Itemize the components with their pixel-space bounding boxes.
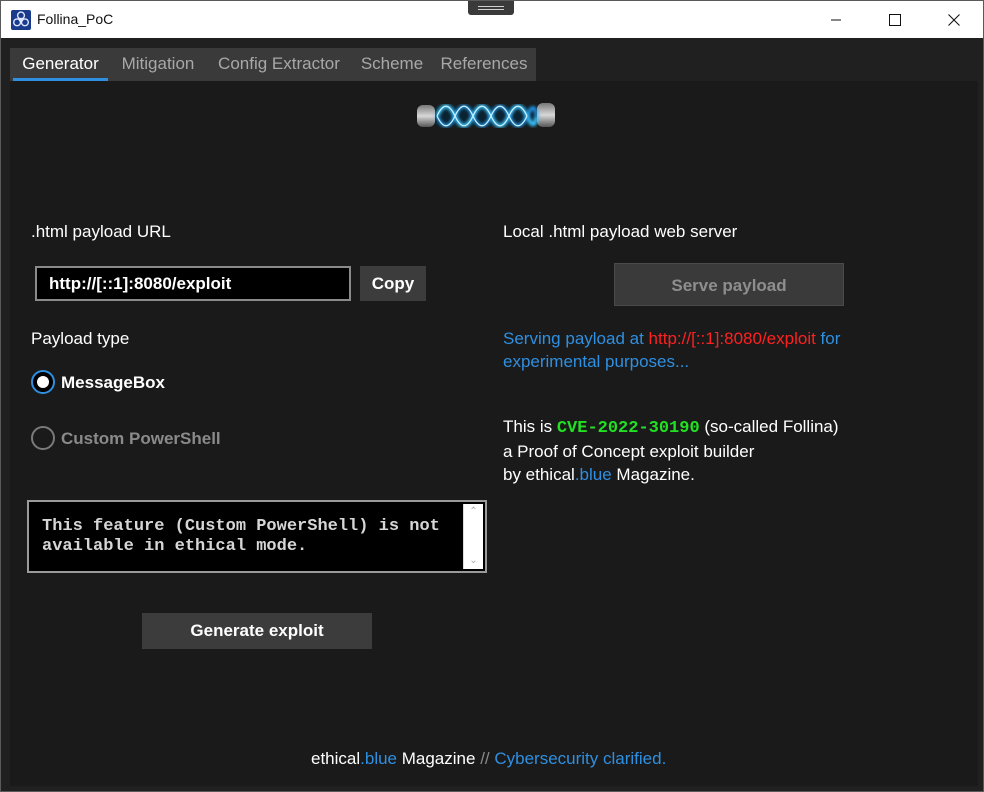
about-text: This is CVE-2022-30190 (so-called Follin… (503, 415, 923, 486)
messagebox-radio[interactable] (31, 370, 55, 394)
biohazard-icon (11, 10, 31, 30)
maximize-icon (889, 13, 901, 26)
tab-bar: Generator Mitigation Config Extractor Sc… (10, 48, 536, 81)
copy-button[interactable]: Copy (360, 266, 426, 301)
scroll-up-icon[interactable]: ⌃ (464, 504, 483, 520)
tab-mitigation[interactable]: Mitigation (110, 48, 206, 81)
custom-powershell-radio-label[interactable]: Custom PowerShell (61, 429, 221, 449)
textarea-scrollbar[interactable]: ⌃ ⌄ (463, 504, 483, 569)
cve-id: CVE-2022-30190 (556, 419, 700, 438)
close-icon (948, 13, 960, 26)
maximize-button[interactable] (866, 1, 924, 38)
title-bar[interactable]: Follina_PoC (1, 1, 983, 38)
about-line1-suffix: (so-called Follina) (699, 417, 839, 436)
tab-config-extractor[interactable]: Config Extractor (209, 48, 349, 81)
web-server-label: Local .html payload web server (503, 222, 738, 241)
about-line3-blue: .blue (574, 465, 612, 484)
footer-tagline: ethical.blue Magazine // Cybersecurity c… (311, 749, 666, 769)
about-line3-suffix: Magazine. (611, 465, 695, 484)
serving-status: Serving payload at http://[::1]:8080/exp… (503, 327, 883, 373)
footer-separator: // (480, 749, 490, 768)
about-line3-prefix: by ethical (503, 465, 575, 484)
serving-status-prefix: Serving payload at (503, 329, 649, 348)
serving-status-suffix-2: experimental purposes... (503, 352, 690, 371)
messagebox-radio-label[interactable]: MessageBox (61, 373, 165, 393)
serving-status-suffix-1: for (815, 329, 841, 348)
about-line1-prefix: This is (503, 417, 557, 436)
serving-status-url[interactable]: http://[::1]:8080/exploit (649, 329, 816, 348)
about-line2: a Proof of Concept exploit builder (503, 442, 755, 461)
payload-url-label: .html payload URL (31, 222, 171, 241)
tab-scheme[interactable]: Scheme (353, 48, 431, 81)
scroll-down-icon[interactable]: ⌄ (464, 553, 483, 569)
serve-payload-button[interactable]: Serve payload (614, 263, 844, 306)
window-title: Follina_PoC (37, 11, 114, 27)
close-button[interactable] (925, 1, 983, 38)
minimize-button[interactable] (807, 1, 865, 38)
powershell-notice-text: This feature (Custom PowerShell) is not … (42, 517, 440, 556)
footer-part5: Cybersecurity clarified. (489, 749, 667, 768)
payload-type-label: Payload type (31, 329, 130, 348)
generate-exploit-button[interactable]: Generate exploit (142, 613, 372, 649)
minimize-icon (831, 19, 841, 20)
footer-part1: ethical (311, 749, 361, 768)
footer-part2: .blue (360, 749, 398, 768)
dna-tube-logo (413, 97, 559, 135)
custom-powershell-radio[interactable] (31, 426, 55, 450)
tab-references[interactable]: References (434, 48, 534, 81)
footer-part3: Magazine (397, 749, 481, 768)
title-grip-handle[interactable] (468, 1, 514, 15)
app-window: Follina_PoC Generator Mitigation Config … (0, 0, 984, 792)
payload-url-field[interactable]: http://[::1]:8080/exploit (35, 266, 351, 301)
powershell-textarea[interactable]: This feature (Custom PowerShell) is not … (27, 500, 487, 573)
tab-generator[interactable]: Generator (13, 48, 108, 81)
